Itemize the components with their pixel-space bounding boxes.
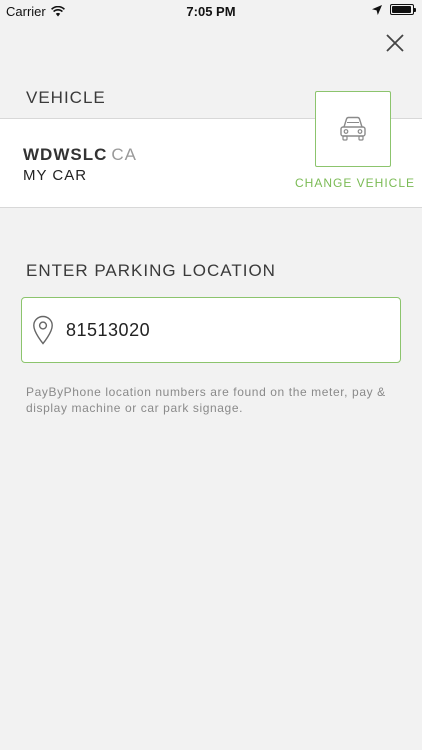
close-icon bbox=[386, 34, 404, 52]
location-arrow-icon bbox=[372, 4, 382, 15]
location-pin-icon bbox=[33, 315, 53, 345]
vehicle-section-label: VEHICLE bbox=[26, 88, 106, 107]
parking-location-field[interactable] bbox=[21, 297, 401, 363]
close-button[interactable] bbox=[382, 30, 408, 56]
plate-number: WDWSLC bbox=[23, 145, 108, 164]
change-vehicle-button[interactable] bbox=[315, 91, 391, 167]
vehicle-name: MY CAR bbox=[23, 167, 88, 184]
status-time: 7:05 PM bbox=[186, 4, 236, 19]
status-bar: Carrier 7:05 PM bbox=[0, 0, 422, 22]
battery-icon bbox=[390, 4, 416, 15]
location-help-text: PayByPhone location numbers are found on… bbox=[26, 385, 386, 415]
change-vehicle-link[interactable]: CHANGE VEHICLE bbox=[294, 176, 416, 190]
parking-section-label: ENTER PARKING LOCATION bbox=[26, 261, 276, 280]
vehicle-plate: WDWSLC CA bbox=[23, 145, 137, 165]
plate-state: CA bbox=[111, 145, 137, 164]
battery-fill bbox=[392, 6, 411, 13]
status-right bbox=[372, 4, 416, 15]
parking-location-input[interactable] bbox=[66, 319, 366, 341]
car-icon bbox=[340, 116, 366, 141]
